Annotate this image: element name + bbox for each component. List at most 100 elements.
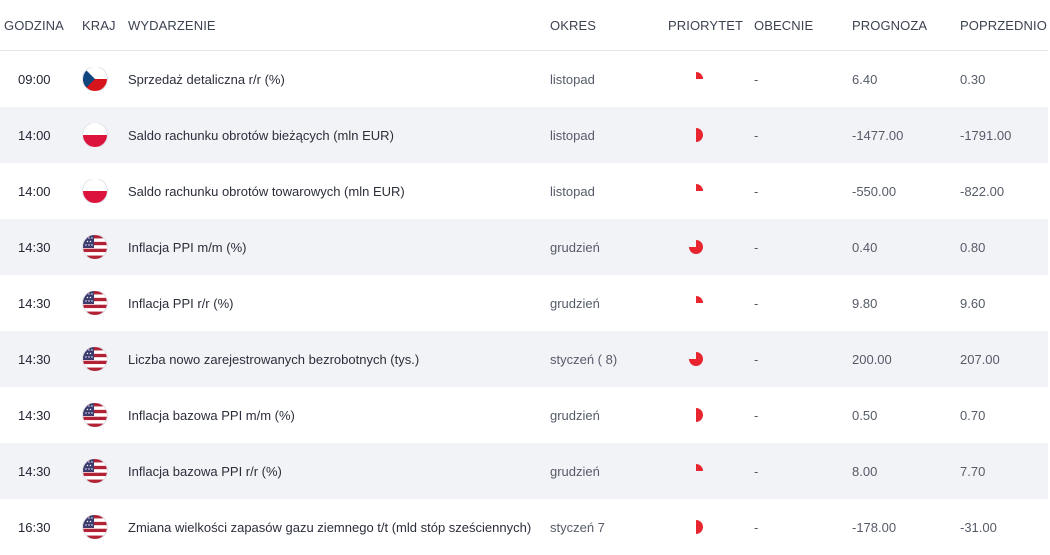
event-time: 14:30 [18,239,51,255]
cz-flag-icon [83,67,107,91]
event-name[interactable]: Inflacja PPI m/m (%) [128,240,550,255]
event-previous: 207.00 [960,351,1000,367]
event-previous: 0.80 [960,239,986,255]
table-header: GODZINA KRAJ WYDARZENIE OKRES PRIORYTET … [0,0,1048,51]
event-time: 14:00 [18,127,51,143]
us-flag-icon [83,291,107,315]
event-forecast: -550.00 [852,183,897,199]
event-time: 14:30 [18,295,51,311]
event-actual: - [754,127,759,143]
header-period[interactable]: OKRES [550,18,668,33]
event-previous: 9.60 [960,295,986,311]
pl-flag-icon [83,123,107,147]
table-row[interactable]: 14:30 Inflacja bazowa PPI r/r (%) grudzień… [0,443,1048,499]
event-actual: - [754,71,759,87]
header-actual[interactable]: OBECNIE [754,18,852,33]
priority-pie-icon [668,463,754,479]
table-row[interactable]: 14:30 Inflacja bazowa PPI m/m (%) grudzień… [0,387,1048,443]
event-actual: - [754,463,759,479]
event-time: 14:00 [18,183,51,199]
country-flag-cell [82,347,128,371]
event-name[interactable]: Saldo rachunku obrotów towarowych (mln E… [128,184,550,199]
priority-pie-icon [668,127,754,143]
event-time: 16:30 [18,519,51,535]
event-previous: 0.70 [960,407,986,423]
us-flag-icon [83,403,107,427]
event-previous: -31.00 [960,519,997,535]
header-time[interactable]: GODZINA [0,18,82,33]
event-actual: - [754,407,759,423]
table-row[interactable]: 09:00 Sprzedaż detaliczna r/r (%) listopad… [0,51,1048,107]
table-row[interactable]: 14:30 Liczba nowo zarejestrowanych bezrob… [0,331,1048,387]
us-flag-icon [83,347,107,371]
event-time: 14:30 [18,351,51,367]
event-period: grudzień [550,407,600,423]
priority-pie-icon [668,407,754,423]
event-name[interactable]: Saldo rachunku obrotów bieżących (mln EU… [128,128,550,143]
event-period: listopad [550,127,595,143]
us-flag-icon [83,235,107,259]
event-name[interactable]: Zmiana wielkości zapasów gazu ziemnego t… [128,520,550,535]
priority-pie-icon [668,239,754,255]
event-forecast: 8.00 [852,463,878,479]
us-flag-icon [83,515,107,539]
event-previous: -1791.00 [960,127,1012,143]
event-time: 14:30 [18,463,51,479]
priority-pie-icon [668,71,754,87]
event-actual: - [754,351,759,367]
event-period: styczeń 7 [550,519,605,535]
country-flag-cell [82,179,128,203]
event-forecast: 0.50 [852,407,878,423]
priority-pie-icon [668,519,754,535]
event-forecast: 6.40 [852,71,878,87]
header-priority[interactable]: PRIORYTET [668,18,754,33]
table-row[interactable]: 14:00 Saldo rachunku obrotów bieżących (m… [0,107,1048,163]
country-flag-cell [82,459,128,483]
header-event[interactable]: WYDARZENIE [128,18,550,33]
priority-pie-icon [668,183,754,199]
event-actual: - [754,183,759,199]
event-name[interactable]: Sprzedaż detaliczna r/r (%) [128,72,550,87]
country-flag-cell [82,235,128,259]
event-forecast: -1477.00 [852,127,904,143]
event-forecast: -178.00 [852,519,897,535]
event-period: grudzień [550,463,600,479]
country-flag-cell [82,515,128,539]
event-actual: - [754,519,759,535]
event-period: listopad [550,71,595,87]
table-row[interactable]: 14:30 Inflacja PPI r/r (%) grudzień - 9.80 9.… [0,275,1048,331]
event-period: grudzień [550,295,600,311]
country-flag-cell [82,123,128,147]
event-forecast: 0.40 [852,239,878,255]
event-previous: 0.30 [960,71,986,87]
event-name[interactable]: Inflacja bazowa PPI m/m (%) [128,408,550,423]
priority-pie-icon [668,295,754,311]
event-time: 09:00 [18,71,51,87]
header-forecast[interactable]: PROGNOZA [852,18,960,33]
event-previous: 7.70 [960,463,986,479]
event-actual: - [754,295,759,311]
event-name[interactable]: Liczba nowo zarejestrowanych bezrobotnyc… [128,352,550,367]
event-period: grudzień [550,239,600,255]
event-forecast: 200.00 [852,351,892,367]
economic-calendar-table: GODZINA KRAJ WYDARZENIE OKRES PRIORYTET … [0,0,1048,555]
event-previous: -822.00 [960,183,1005,199]
event-forecast: 9.80 [852,295,878,311]
event-name[interactable]: Inflacja PPI r/r (%) [128,296,550,311]
pl-flag-icon [83,179,107,203]
table-row[interactable]: 14:00 Saldo rachunku obrotów towarowych (… [0,163,1048,219]
header-country[interactable]: KRAJ [82,18,128,33]
table-row[interactable]: 16:30 Zmiana wielkości zapasów gazu ziemn… [0,499,1048,555]
table-row[interactable]: 14:30 Inflacja PPI m/m (%) grudzień - 0.40 0.… [0,219,1048,275]
table-body: 09:00 Sprzedaż detaliczna r/r (%) listopad… [0,51,1048,555]
event-name[interactable]: Inflacja bazowa PPI r/r (%) [128,464,550,479]
us-flag-icon [83,459,107,483]
country-flag-cell [82,403,128,427]
event-time: 14:30 [18,407,51,423]
event-period: styczeń ( 8) [550,351,618,367]
header-previous[interactable]: POPRZEDNIO [960,18,1048,33]
priority-pie-icon [668,351,754,367]
event-period: listopad [550,183,595,199]
event-actual: - [754,239,759,255]
country-flag-cell [82,67,128,91]
